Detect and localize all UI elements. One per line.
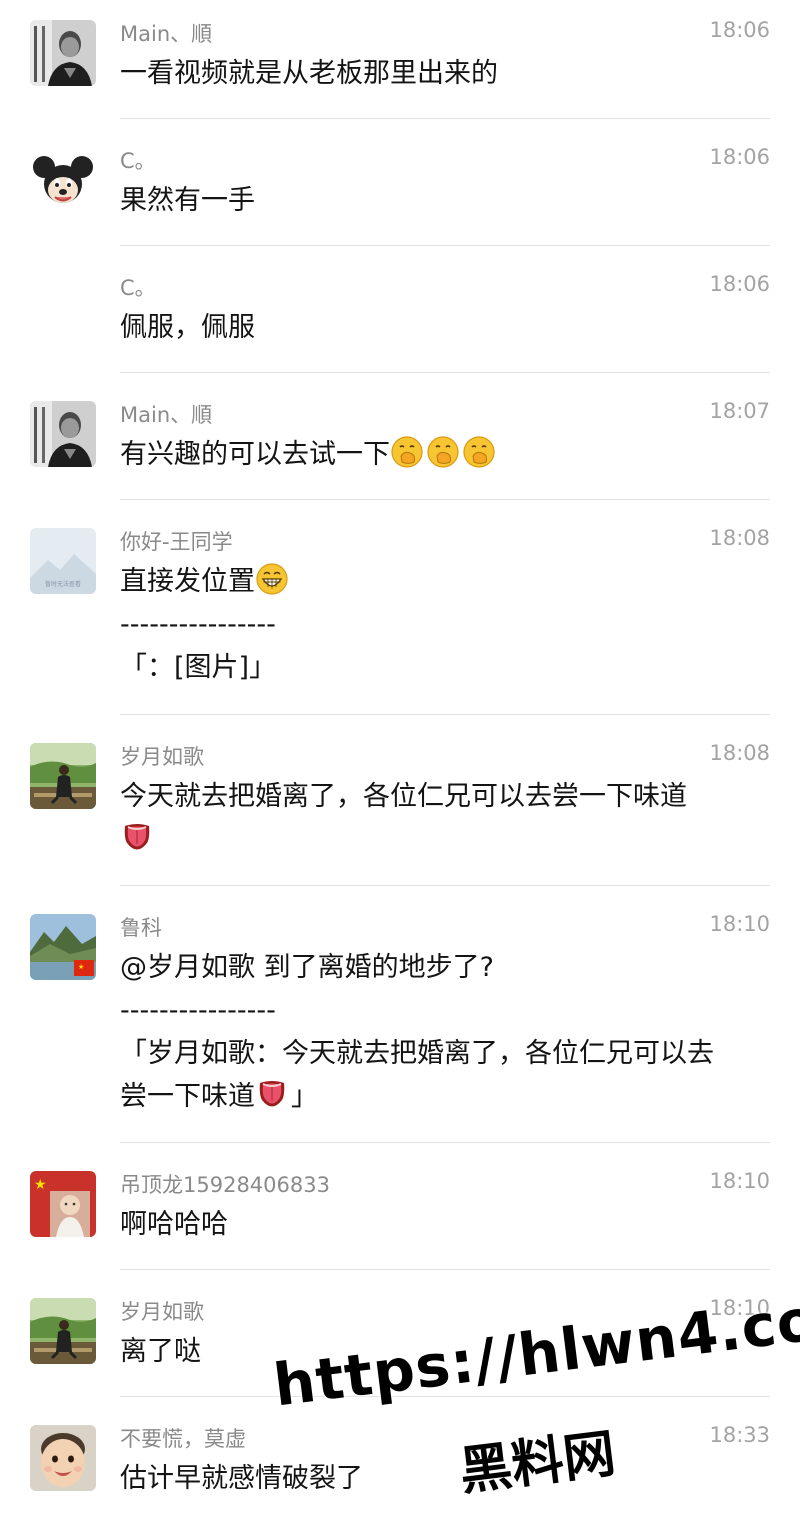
message-line: 「岁月如歌：今天就去把婚离了，各位仁兄可以去 xyxy=(120,1038,714,1069)
landscape-man-avatar xyxy=(30,743,96,809)
man-portrait-avatar xyxy=(30,401,96,467)
divider xyxy=(120,118,770,119)
avatar[interactable] xyxy=(30,147,96,213)
man-portrait-avatar xyxy=(30,20,96,86)
message-time: 18:06 xyxy=(709,272,770,296)
sender-name: Main、順 xyxy=(120,22,213,46)
message-line: 今天就去把婚离了，各位仁兄可以去尝一下味道 xyxy=(120,781,687,812)
chat-message[interactable]: 岁月如歌 18:10 离了哒 xyxy=(0,1278,800,1396)
sender-name: 岁月如歌 xyxy=(120,745,204,769)
message-time: 18:06 xyxy=(709,18,770,42)
avatar-caption: 暂时无法查看 xyxy=(45,580,81,588)
avatar[interactable] xyxy=(30,1298,96,1364)
divider xyxy=(120,885,770,886)
message-line: 一看视频就是从老板那里出来的 xyxy=(120,58,498,89)
divider xyxy=(120,714,770,715)
message-line: 果然有一手 xyxy=(120,185,255,216)
hand-over-mouth-emoji-icon xyxy=(462,435,496,469)
landscape-man-avatar xyxy=(30,1298,96,1364)
chat-message[interactable]: C。 18:06 佩服，佩服 xyxy=(0,254,800,372)
message-text[interactable]: 有兴趣的可以去试一下 xyxy=(120,433,760,476)
message-time: 18:08 xyxy=(709,526,770,550)
mickey-avatar xyxy=(30,147,96,213)
baby-face-avatar xyxy=(30,1425,96,1491)
avatar[interactable]: ★ xyxy=(30,1171,96,1237)
message-line: 离了哒 xyxy=(120,1336,201,1367)
message-line: 啊哈哈哈 xyxy=(120,1209,228,1240)
message-line-text: 有兴趣的可以去试一下 xyxy=(120,439,390,470)
hand-over-mouth-emoji-icon xyxy=(390,435,424,469)
message-text[interactable]: 估计早就感情破裂了 xyxy=(120,1457,760,1500)
placeholder-image-avatar: 暂时无法查看 xyxy=(30,528,96,594)
message-line: 「：[图片]」 xyxy=(120,652,277,683)
message-text[interactable]: @岁月如歌 到了离婚的地步了? ---------------- 「岁月如歌：今… xyxy=(120,946,760,1118)
grin-emoji-icon xyxy=(255,562,289,596)
message-line: 直接发位置 xyxy=(120,560,760,603)
divider xyxy=(120,499,770,500)
message-text[interactable]: 啊哈哈哈 xyxy=(120,1203,760,1246)
sender-name: 不要慌，莫虚 xyxy=(120,1427,246,1451)
sender-name: 吊顶龙15928406833 xyxy=(120,1173,330,1197)
message-text[interactable]: 今天就去把婚离了，各位仁兄可以去尝一下味道 xyxy=(120,775,760,861)
sender-name: 鲁科 xyxy=(120,916,162,940)
chat-message[interactable]: C。 18:06 果然有一手 xyxy=(0,127,800,245)
message-line: 估计早就感情破裂了 xyxy=(120,1463,363,1494)
mountain-flag-avatar: ★ xyxy=(30,914,96,980)
avatar[interactable]: ★ xyxy=(30,914,96,980)
sender-name: 你好-王同学 xyxy=(120,530,233,554)
message-text[interactable]: 佩服，佩服 xyxy=(120,306,760,349)
avatar[interactable] xyxy=(30,20,96,86)
sender-name: Main、順 xyxy=(120,403,213,427)
tongue-emoji-icon xyxy=(120,820,154,854)
chat-message[interactable]: ★ 吊顶龙15928406833 18:10 啊哈哈哈 xyxy=(0,1151,800,1269)
message-line-text: 」 xyxy=(291,1081,318,1112)
message-text[interactable]: 一看视频就是从老板那里出来的 xyxy=(120,52,760,95)
message-line: ---------------- xyxy=(120,609,276,640)
chat-message[interactable]: 暂时无法查看 你好-王同学 18:08 直接发位置 --------------… xyxy=(0,508,800,714)
divider xyxy=(120,1142,770,1143)
chat-message[interactable]: 不要慌，莫虚 18:33 估计早就感情破裂了 xyxy=(0,1405,800,1513)
baby-flag-avatar: ★ xyxy=(30,1171,96,1237)
chat-message[interactable]: Main、順 18:07 有兴趣的可以去试一下 xyxy=(0,381,800,499)
divider xyxy=(120,1269,770,1270)
divider xyxy=(120,1396,770,1397)
message-line: 有兴趣的可以去试一下 xyxy=(120,433,760,476)
message-time: 18:07 xyxy=(709,399,770,423)
message-text[interactable]: 离了哒 xyxy=(120,1330,760,1373)
sender-name: C。 xyxy=(120,149,156,173)
message-line: @岁月如歌 到了离婚的地步了? xyxy=(120,952,494,983)
avatar[interactable] xyxy=(30,1425,96,1491)
message-time: 18:10 xyxy=(709,1169,770,1193)
chat-message[interactable]: 岁月如歌 18:08 今天就去把婚离了，各位仁兄可以去尝一下味道 xyxy=(0,723,800,885)
tongue-emoji-icon xyxy=(255,1077,289,1111)
sender-name: 岁月如歌 xyxy=(120,1300,204,1324)
avatar[interactable] xyxy=(30,401,96,467)
message-line: ---------------- xyxy=(120,995,276,1026)
chat-message[interactable]: ★ 鲁科 18:10 @岁月如歌 到了离婚的地步了? -------------… xyxy=(0,894,800,1142)
sender-name: C。 xyxy=(120,276,156,300)
message-text[interactable]: 直接发位置 ---------------- 「：[图片]」 xyxy=(120,560,760,689)
chat-message[interactable]: Main、順 18:06 一看视频就是从老板那里出来的 xyxy=(0,0,800,118)
message-time: 18:10 xyxy=(709,912,770,936)
divider xyxy=(120,245,770,246)
avatar[interactable] xyxy=(30,743,96,809)
message-text[interactable]: 果然有一手 xyxy=(120,179,760,222)
message-time: 18:08 xyxy=(709,741,770,765)
avatar[interactable]: 暂时无法查看 xyxy=(30,528,96,594)
message-line-text: 直接发位置 xyxy=(120,566,255,597)
message-line-text: 尝一下味道 xyxy=(120,1081,255,1112)
svg-text:★: ★ xyxy=(34,1177,47,1193)
message-time: 18:33 xyxy=(709,1423,770,1447)
hand-over-mouth-emoji-icon xyxy=(426,435,460,469)
svg-text:★: ★ xyxy=(78,963,84,971)
divider xyxy=(120,372,770,373)
message-time: 18:10 xyxy=(709,1296,770,1320)
message-time: 18:06 xyxy=(709,145,770,169)
message-line xyxy=(120,818,760,861)
message-line: 佩服，佩服 xyxy=(120,312,255,343)
message-line: 尝一下味道 」 xyxy=(120,1075,760,1118)
